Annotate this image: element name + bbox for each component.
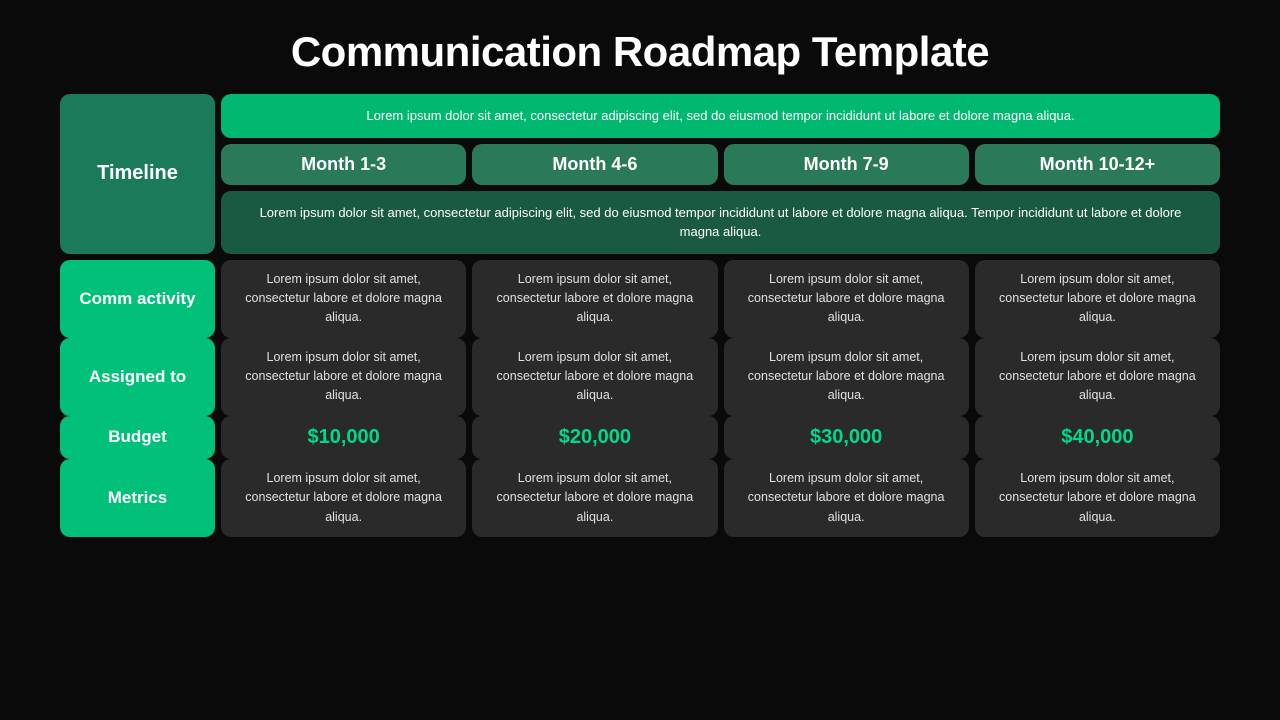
timeline-subrow-3: Lorem ipsum dolor sit amet, consectetur … [221,191,1220,254]
cell-2-0: $10,000 [221,416,466,459]
cell-1-0: Lorem ipsum dolor sit amet, consectetur … [221,338,466,416]
timeline-subrow-1: Lorem ipsum dolor sit amet, consectetur … [221,94,1220,138]
cell-2-2: $30,000 [724,416,969,459]
row-assigned-to: Assigned toLorem ipsum dolor sit amet, c… [60,338,1220,416]
timeline-label: Timeline [60,94,215,254]
cell-0-0: Lorem ipsum dolor sit amet, consectetur … [221,260,466,338]
roadmap-table: Timeline Lorem ipsum dolor sit amet, con… [60,94,1220,537]
label-3: Metrics [60,459,215,537]
row-budget: Budget$10,000$20,000$30,000$40,000 [60,416,1220,459]
label-2: Budget [60,416,215,459]
month-2-header: Month 4-6 [472,144,717,185]
month-3-header: Month 7-9 [724,144,969,185]
cell-3-0: Lorem ipsum dolor sit amet, consectetur … [221,459,466,537]
month-4-header: Month 10-12+ [975,144,1220,185]
cell-2-3: $40,000 [975,416,1220,459]
cell-0-3: Lorem ipsum dolor sit amet, consectetur … [975,260,1220,338]
cell-3-3: Lorem ipsum dolor sit amet, consectetur … [975,459,1220,537]
timeline-description-bottom: Lorem ipsum dolor sit amet, consectetur … [221,191,1220,254]
row-metrics: MetricsLorem ipsum dolor sit amet, conse… [60,459,1220,537]
timeline-sub-rows: Lorem ipsum dolor sit amet, consectetur … [221,94,1220,254]
cell-1-1: Lorem ipsum dolor sit amet, consectetur … [472,338,717,416]
row-comm-activity: Comm activityLorem ipsum dolor sit amet,… [60,260,1220,338]
label-1: Assigned to [60,338,215,416]
cell-0-1: Lorem ipsum dolor sit amet, consectetur … [472,260,717,338]
cell-0-2: Lorem ipsum dolor sit amet, consectetur … [724,260,969,338]
cell-3-2: Lorem ipsum dolor sit amet, consectetur … [724,459,969,537]
label-0: Comm activity [60,260,215,338]
page-title: Communication Roadmap Template [291,0,989,94]
cell-2-1: $20,000 [472,416,717,459]
timeline-description-top: Lorem ipsum dolor sit amet, consectetur … [221,94,1220,138]
timeline-row: Timeline Lorem ipsum dolor sit amet, con… [60,94,1220,254]
timeline-months-row: Month 1-3 Month 4-6 Month 7-9 Month 10-1… [221,144,1220,185]
month-1-header: Month 1-3 [221,144,466,185]
cell-1-2: Lorem ipsum dolor sit amet, consectetur … [724,338,969,416]
cell-3-1: Lorem ipsum dolor sit amet, consectetur … [472,459,717,537]
cell-1-3: Lorem ipsum dolor sit amet, consectetur … [975,338,1220,416]
